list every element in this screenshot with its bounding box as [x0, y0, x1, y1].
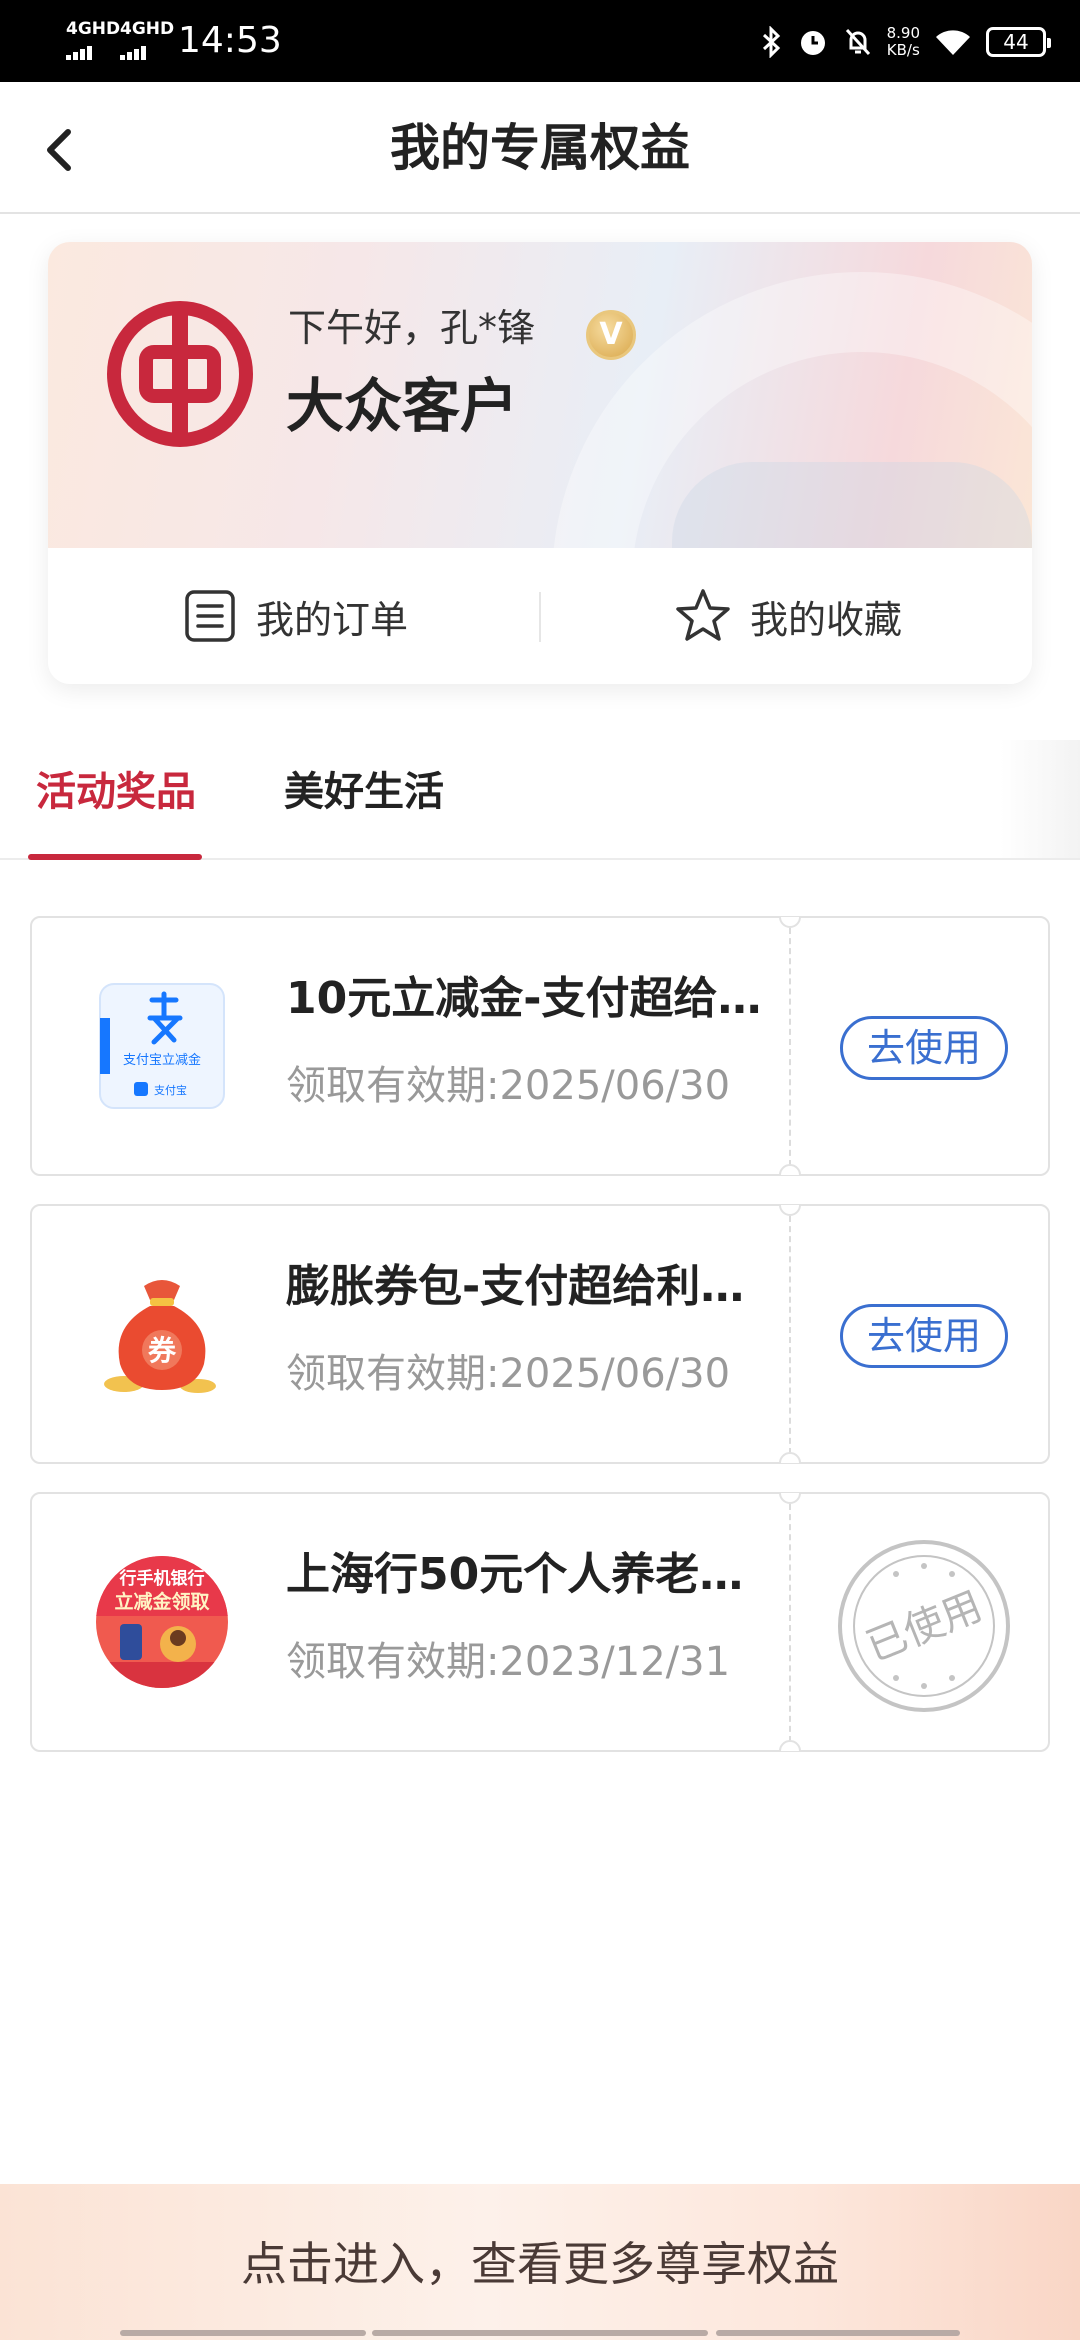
reward-title: 膨胀券包-支付超给利… — [286, 1261, 745, 1312]
use-reward-button[interactable]: 去使用 — [840, 1016, 1008, 1080]
signal-bars-icon — [120, 42, 174, 60]
my-orders-button[interactable]: 我的订单 — [182, 548, 408, 684]
alarm-icon — [800, 31, 825, 55]
ticket-perforation — [789, 928, 791, 1166]
tabs-scroll-fade — [1000, 740, 1080, 858]
more-benefits-text: 点击进入，查看更多尊享权益 — [241, 2237, 839, 2291]
ticket-notch — [779, 917, 801, 928]
ticket-notch — [779, 1740, 801, 1751]
wifi-icon — [936, 30, 970, 55]
tab-good-life[interactable]: 美好生活 — [284, 766, 444, 818]
ticket-notch — [779, 1493, 801, 1504]
reward-card[interactable]: 行手机银行 立减金领取 上海行50元个人养老… 领取有效期:2023/12/31… — [30, 1492, 1050, 1752]
ticket-notch — [779, 1452, 801, 1463]
bank-logo-icon — [107, 301, 253, 447]
thumb-caption-2: 立减金领取 — [114, 1590, 209, 1613]
use-reward-button[interactable]: 去使用 — [840, 1304, 1008, 1368]
vip-badge-icon: V — [586, 310, 636, 360]
mute-icon — [845, 28, 870, 56]
used-stamp: 已使用 — [838, 1540, 1010, 1712]
reward-title: 10元立减金-支付超给… — [286, 973, 762, 1024]
status-bar: 4GHD 4GHD 14:53 8.90 KB/s 44 — [0, 0, 1080, 82]
reward-validity: 领取有效期:2025/06/30 — [286, 1063, 731, 1109]
active-tab-indicator — [28, 854, 202, 860]
category-tabs: 活动奖品 美好生活 — [0, 740, 1080, 860]
decorative-shape — [672, 462, 1032, 548]
order-list-icon — [185, 590, 235, 642]
star-icon — [676, 589, 730, 641]
network-type-label: 4GHD — [66, 19, 121, 39]
gesture-indicator — [372, 2330, 708, 2336]
network-type-label: 4GHD — [120, 19, 175, 39]
page-title: 我的专属权益 — [390, 119, 690, 177]
pension-promo-icon: 行手机银行 立减金领取 — [96, 1556, 228, 1688]
bluetooth-icon — [762, 26, 780, 58]
thumb-caption: 券 — [148, 1334, 177, 1367]
my-orders-label: 我的订单 — [256, 597, 409, 642]
page-header: 我的专属权益 — [0, 82, 1080, 214]
ticket-perforation — [789, 1504, 791, 1742]
signal-bars-icon — [66, 42, 120, 60]
profile-actions: 我的订单 我的收藏 — [48, 548, 1032, 684]
alipay-coupon-icon: 支付宝立减金 支付宝 — [99, 983, 225, 1109]
reward-title: 上海行50元个人养老… — [286, 1549, 744, 1600]
profile-banner: 下午好，孔*锋 V 大众客户 — [48, 242, 1032, 548]
my-favorites-label: 我的收藏 — [750, 597, 903, 642]
ticket-notch — [779, 1164, 801, 1175]
profile-card: 下午好，孔*锋 V 大众客户 我的订单 我的收藏 — [48, 242, 1032, 684]
battery-icon: 44 — [986, 27, 1051, 57]
reward-validity: 领取有效期:2025/06/30 — [286, 1351, 731, 1397]
signal-indicator-1: 4GHD — [66, 19, 121, 60]
coupon-bag-icon: 券 — [104, 1280, 216, 1393]
action-divider — [539, 592, 541, 642]
ticket-notch — [779, 1205, 801, 1216]
my-favorites-button[interactable]: 我的收藏 — [674, 548, 902, 684]
signal-indicator-2: 4GHD — [120, 19, 175, 60]
used-stamp-label: 已使用 — [860, 1583, 988, 1671]
ticket-perforation — [789, 1216, 791, 1454]
customer-tier: 大众客户 — [286, 372, 519, 440]
speed-value: 8.90 — [886, 24, 920, 42]
more-benefits-banner[interactable]: 点击进入，查看更多尊享权益 — [0, 2184, 1080, 2340]
reward-card[interactable]: 支付宝立减金 支付宝 10元立减金-支付超给… 领取有效期:2025/06/30… — [30, 916, 1050, 1176]
thumb-brand: 支付宝 — [154, 1083, 187, 1097]
greeting-text: 下午好，孔*锋 — [288, 306, 536, 350]
reward-validity: 领取有效期:2023/12/31 — [286, 1639, 731, 1685]
thumb-caption: 支付宝立减金 — [123, 1052, 201, 1068]
thumb-caption: 行手机银行 — [119, 1568, 205, 1589]
reward-card[interactable]: 券 膨胀券包-支付超给利… 领取有效期:2025/06/30 去使用 — [30, 1204, 1050, 1464]
network-speed: 8.90 KB/s — [887, 25, 920, 59]
gesture-indicator — [120, 2330, 366, 2336]
status-time: 14:53 — [178, 20, 282, 61]
status-icons: 8.90 KB/s 44 — [761, 22, 1051, 62]
gesture-indicator — [716, 2330, 960, 2336]
speed-unit: KB/s — [886, 41, 920, 59]
tab-activity-prizes[interactable]: 活动奖品 — [36, 766, 196, 818]
